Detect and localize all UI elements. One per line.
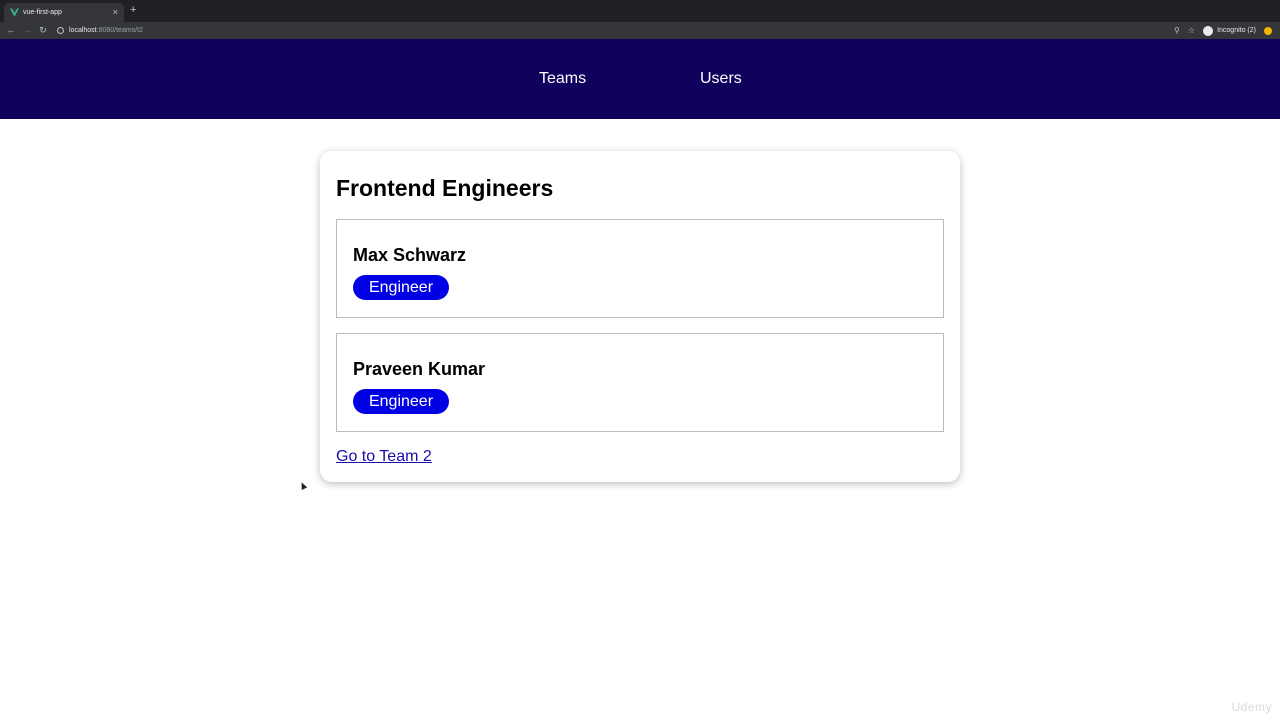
url-path: :8080/teams/t2	[96, 27, 143, 34]
browser-tab-bar: vue-first-app × +	[0, 0, 1280, 22]
role-badge: Engineer	[353, 389, 449, 414]
browser-toolbar: ← → ↻ localhost :8080/teams/t2 ⚲ ☆ Incog…	[0, 22, 1280, 39]
incognito-icon	[1203, 25, 1214, 36]
reload-icon[interactable]: ↻	[35, 26, 51, 35]
tab-close-icon[interactable]: ×	[113, 8, 118, 17]
nav-link-users[interactable]: Users	[700, 70, 742, 88]
incognito-label: Incognito (2)	[1217, 27, 1256, 34]
back-icon[interactable]: ←	[3, 26, 19, 35]
member-name: Max Schwarz	[353, 245, 467, 265]
incognito-indicator[interactable]: Incognito (2)	[1203, 25, 1256, 36]
vue-logo-icon	[10, 8, 19, 17]
role-badge: Engineer	[353, 275, 449, 300]
udemy-watermark: Udemy	[1231, 700, 1272, 714]
team-card: Frontend Engineers Max Schwarz Engineer …	[320, 151, 960, 482]
team-title: Frontend Engineers	[336, 175, 554, 201]
profile-avatar[interactable]	[1264, 26, 1272, 35]
new-tab-icon[interactable]: +	[130, 5, 136, 16]
member-name: Praveen Kumar	[353, 359, 486, 379]
member-card: Max Schwarz Engineer	[336, 219, 944, 318]
nav-link-teams[interactable]: Teams	[539, 70, 586, 88]
browser-tab[interactable]: vue-first-app ×	[4, 3, 124, 22]
tab-title: vue-first-app	[23, 9, 62, 16]
forward-icon[interactable]: →	[19, 26, 35, 35]
member-card: Praveen Kumar Engineer	[336, 333, 944, 432]
zoom-icon[interactable]: ⚲	[1174, 26, 1180, 35]
app-header: Teams Users	[0, 39, 1280, 119]
bookmark-star-icon[interactable]: ☆	[1188, 26, 1195, 35]
toolbar-actions: ⚲ ☆ Incognito (2)	[1174, 22, 1272, 39]
url-host: localhost	[69, 27, 97, 34]
address-bar[interactable]: localhost :8080/teams/t2	[57, 24, 1177, 37]
go-to-team-link[interactable]: Go to Team 2	[336, 448, 432, 466]
site-info-icon[interactable]	[57, 27, 64, 34]
mouse-cursor-icon	[298, 481, 308, 490]
